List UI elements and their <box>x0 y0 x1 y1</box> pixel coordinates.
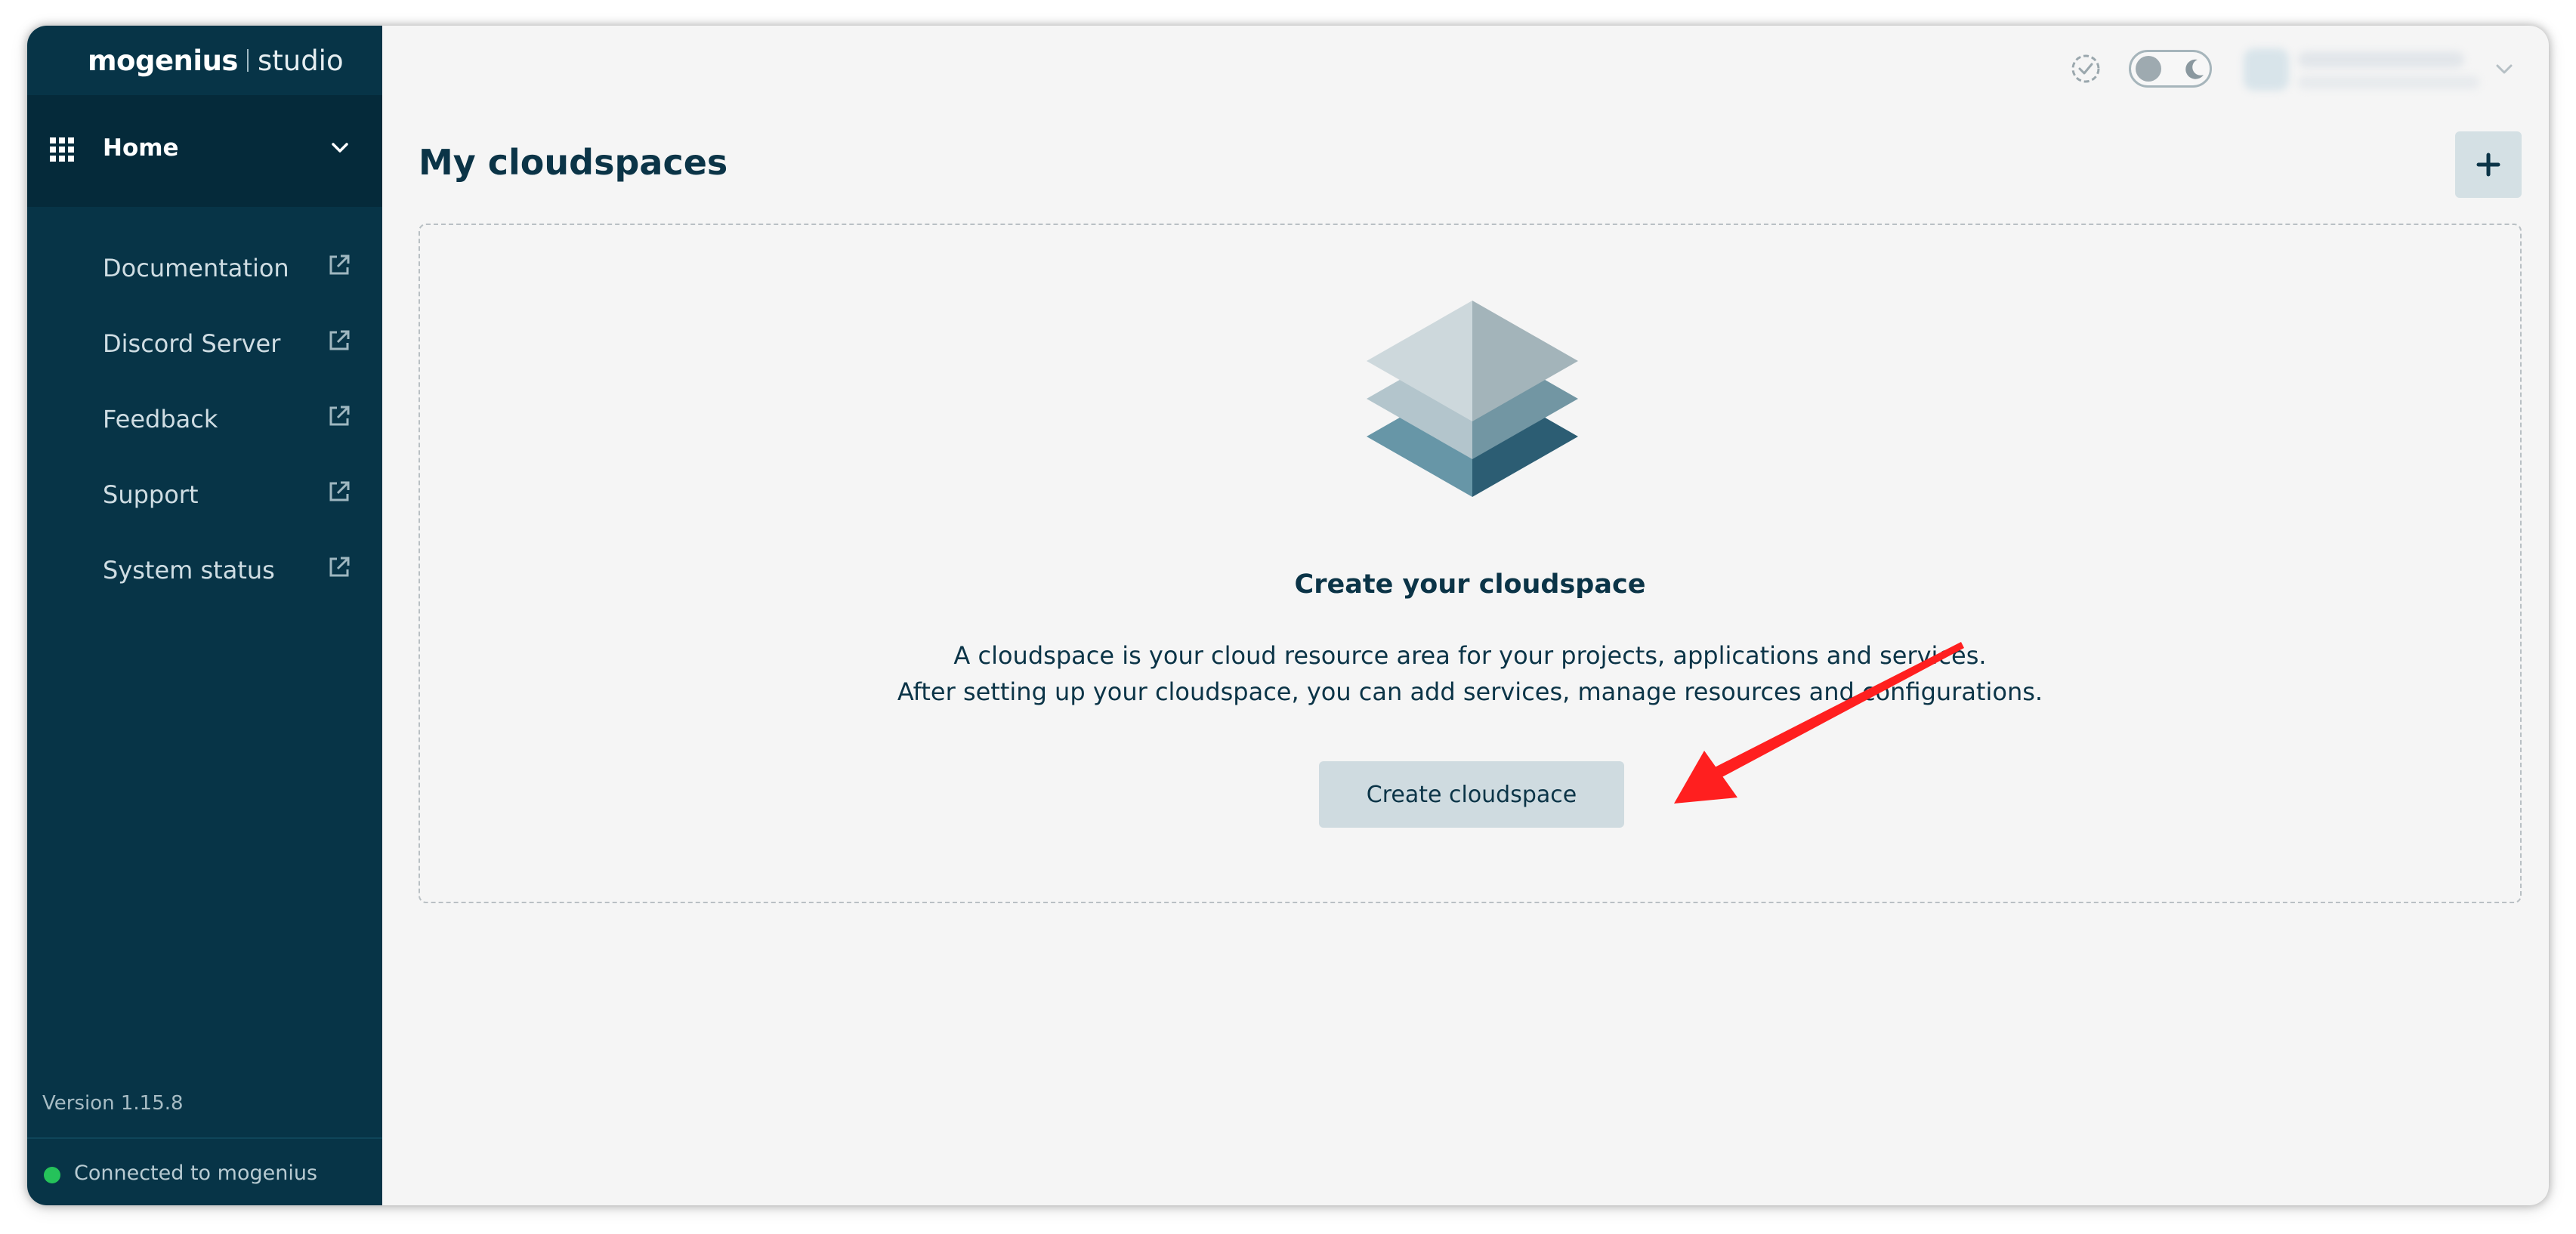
plus-icon <box>2476 153 2500 177</box>
sidebar-item-system-status[interactable]: System status <box>27 545 382 621</box>
external-link-icon <box>329 557 350 577</box>
sidebar-item-label: Feedback <box>103 405 218 433</box>
top-bar <box>27 38 2549 91</box>
avatar[interactable] <box>2244 48 2289 91</box>
status-dot <box>44 1167 60 1183</box>
connection-status-label: Connected to mogenius <box>74 1162 318 1185</box>
sidebar: mogenius studio Home Documentation Disco… <box>27 26 382 1205</box>
empty-state-title: Create your cloudspace <box>1294 569 1646 600</box>
sidebar-item-documentation[interactable]: Documentation <box>27 243 382 319</box>
version-label: Version 1.15.8 <box>42 1092 184 1115</box>
user-name-redacted <box>2298 51 2464 68</box>
theme-toggle[interactable] <box>2129 50 2212 88</box>
sidebar-item-label: Support <box>103 480 199 509</box>
annotation-arrow <box>1674 642 1964 804</box>
sidebar-item-home[interactable]: Home <box>27 95 382 207</box>
chevron-down-icon[interactable] <box>2491 56 2517 82</box>
sidebar-nav: Documentation Discord Server Feedback Su… <box>27 243 382 621</box>
empty-state-description-line: A cloudspace is your cloud resource area… <box>953 641 1987 670</box>
external-link-icon <box>329 406 350 426</box>
layers-icon <box>1367 301 1578 497</box>
sidebar-item-discord-server[interactable]: Discord Server <box>27 319 382 394</box>
create-cloudspace-button[interactable]: Create cloudspace <box>1319 761 1624 828</box>
grid-icon <box>50 137 74 162</box>
sidebar-home-label: Home <box>103 134 179 162</box>
check-circle-icon[interactable] <box>2067 50 2105 88</box>
empty-state-description: A cloudspace is your cloud resource area… <box>420 637 2520 710</box>
sidebar-item-label: Documentation <box>103 254 289 282</box>
external-link-icon <box>329 255 350 275</box>
sidebar-item-label: Discord Server <box>103 329 281 358</box>
toggle-knob <box>2136 56 2161 82</box>
connection-status: Connected to mogenius <box>27 1137 382 1205</box>
external-link-icon <box>329 330 350 350</box>
user-email-redacted <box>2298 76 2479 89</box>
app-window: mogenius studio Home Documentation Disco… <box>27 26 2549 1205</box>
moon-icon <box>2185 59 2204 79</box>
sidebar-item-label: System status <box>103 556 275 585</box>
external-link-icon <box>329 481 350 501</box>
sidebar-item-feedback[interactable]: Feedback <box>27 394 382 470</box>
empty-state-description-line: After setting up your cloudspace, you ca… <box>897 677 2043 706</box>
chevron-down-icon[interactable] <box>328 136 352 160</box>
add-cloudspace-button[interactable] <box>2455 131 2522 198</box>
empty-state-panel: Create your cloudspace A cloudspace is y… <box>419 224 2522 903</box>
page-title: My cloudspaces <box>419 142 728 183</box>
sidebar-item-support[interactable]: Support <box>27 470 382 545</box>
